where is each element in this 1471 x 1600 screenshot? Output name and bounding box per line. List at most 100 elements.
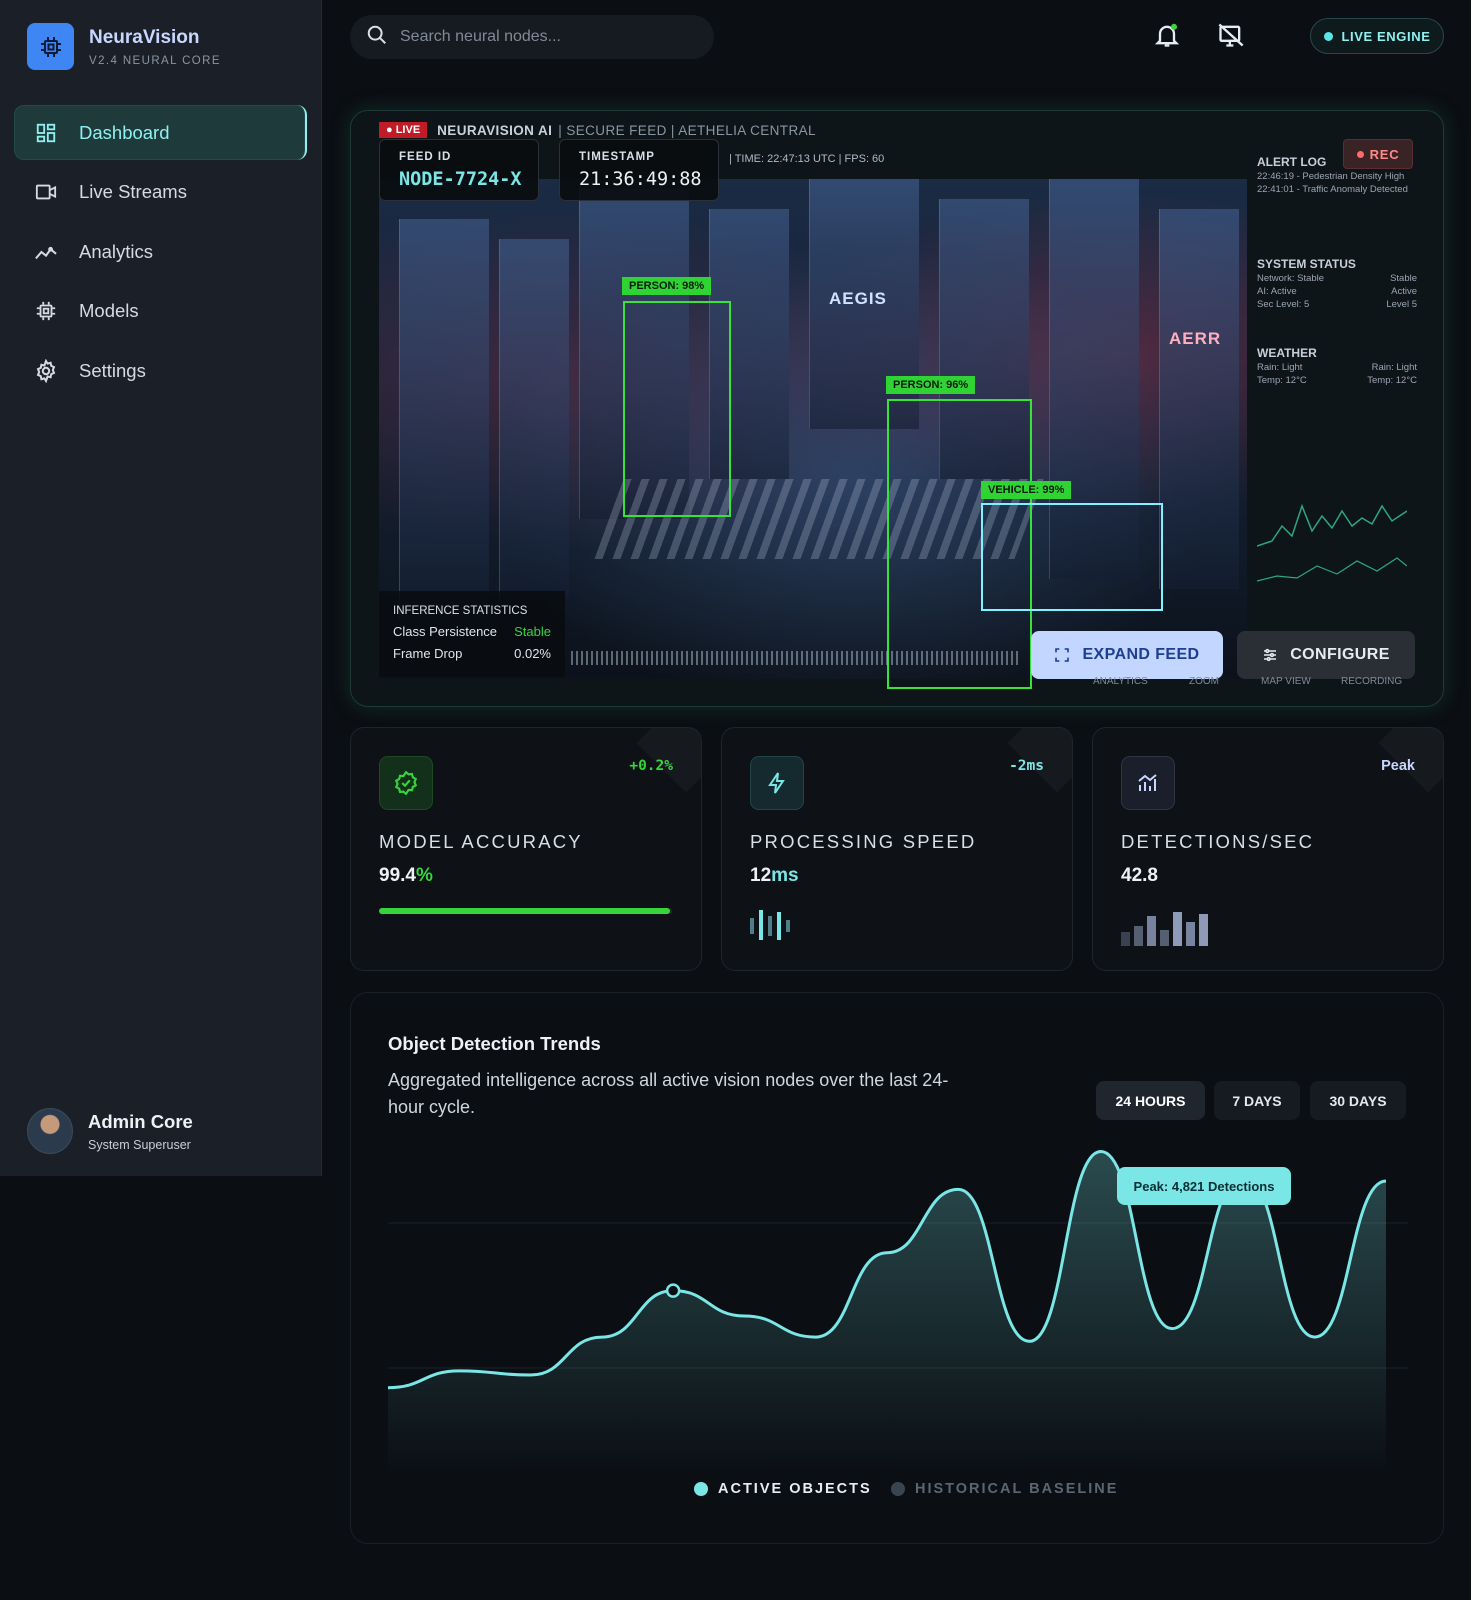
range-24h-button[interactable]: 24 HOURS — [1096, 1081, 1205, 1120]
range-30d-button[interactable]: 30 DAYS — [1310, 1081, 1406, 1120]
search-input[interactable]: Search neural nodes... — [400, 28, 561, 46]
weather-row: Rain: Light Rain: Light — [1257, 362, 1417, 373]
share-screen-icon[interactable] — [1216, 20, 1246, 50]
trend-point[interactable] — [665, 1283, 681, 1298]
metric-card-detections[interactable]: Peak DETECTIONS/SEC 42.8 — [1092, 727, 1444, 971]
inference-title: INFERENCE STATISTICS — [393, 605, 528, 617]
status-row: AI: Active Active — [1257, 286, 1417, 297]
metric-delta: +0.2% — [629, 758, 673, 774]
mini-signal-chart — [1256, 503, 1408, 582]
metric-delta: Peak — [1381, 758, 1415, 774]
timestamp-label: TIMESTAMP — [579, 151, 655, 163]
metric-card-accuracy[interactable]: +0.2% MODEL ACCURACY 99.4% — [350, 727, 702, 971]
search-bar[interactable]: Search neural nodes... — [350, 15, 714, 59]
sidebar-item-live-streams[interactable]: Live Streams — [14, 165, 307, 220]
feed-id-panel: FEED ID NODE-7724-X — [379, 139, 539, 201]
detection-box-person[interactable] — [623, 301, 731, 517]
metric-delta: -2ms — [1009, 758, 1044, 774]
verified-badge-icon — [379, 756, 433, 810]
legend-dot — [694, 1482, 708, 1496]
sidebar-item-analytics[interactable]: Analytics — [14, 224, 307, 279]
aegis-sign: AEGIS — [829, 289, 887, 308]
feed-footer-tab[interactable]: MAP VIEW — [1261, 676, 1311, 687]
brand-name: NeuraVision — [89, 26, 200, 48]
detection-label: VEHICLE: 99% — [981, 481, 1072, 499]
sidebar-item-dashboard[interactable]: Dashboard — [14, 105, 307, 160]
legend-label: HISTORICAL BASELINE — [915, 1481, 1119, 1497]
system-status-title: SYSTEM STATUS — [1257, 257, 1356, 271]
brand-chip-icon — [27, 23, 74, 70]
detection-trends-card: Object Detection Trends Aggregated intel… — [350, 992, 1444, 1544]
sidebar-item-label: Analytics — [79, 240, 154, 262]
expand-icon — [1055, 648, 1070, 662]
sidebar-item-models[interactable]: Models — [14, 284, 307, 339]
live-engine-badge[interactable]: LIVE ENGINE — [1310, 18, 1444, 54]
metric-label: DETECTIONS/SEC — [1121, 831, 1315, 852]
brand-version: V2.4 NEURAL CORE — [89, 54, 221, 67]
live-feed-panel: ● LIVE NEURAVISION AI | SECURE FEED | AE… — [350, 110, 1444, 707]
alert-log-entry: 22:41:01 - Traffic Anomaly Detected — [1257, 184, 1408, 195]
peak-tooltip: Peak: 4,821 Detections — [1117, 1167, 1291, 1205]
sidebar-item-settings[interactable]: Settings — [14, 343, 307, 398]
inference-stats: INFERENCE STATISTICS Class Persistence St… — [379, 591, 565, 677]
feed-id-label: FEED ID — [399, 151, 452, 163]
video-camera-icon — [34, 180, 58, 204]
weather-title: WEATHER — [1257, 346, 1317, 360]
detection-box-vehicle[interactable] — [981, 503, 1163, 611]
user-name: Admin Core — [88, 1110, 193, 1132]
feed-header: ● LIVE NEURAVISION AI | SECURE FEED | AE… — [379, 119, 816, 141]
inference-row: Frame Drop 0.02% — [393, 646, 551, 661]
metric-label: MODEL ACCURACY — [379, 831, 583, 852]
feed-footer-tab[interactable]: RECORDING — [1341, 676, 1402, 687]
legend-item-baseline[interactable]: HISTORICAL BASELINE — [891, 1481, 1118, 1497]
sidebar-item-label: Live Streams — [79, 181, 187, 202]
playback-timeline[interactable] — [571, 651, 1021, 665]
bar-chart-icon — [1121, 756, 1175, 810]
alert-log-entry: 22:46:19 - Pedestrian Density High — [1257, 171, 1405, 182]
accuracy-progress-bar — [379, 908, 672, 914]
analytics-trend-icon — [34, 240, 58, 264]
inference-row: Class Persistence Stable — [393, 624, 551, 639]
feed-footer-tab[interactable]: ZOOM — [1189, 676, 1219, 687]
feed-id-value: NODE-7724-X — [399, 169, 522, 190]
sidebar-item-label: Dashboard — [79, 121, 170, 143]
detection-label: PERSON: 98% — [622, 277, 712, 295]
expand-feed-button[interactable]: EXPAND FEED — [1031, 631, 1223, 679]
detection-label: PERSON: 96% — [886, 376, 976, 394]
live-tag: ● LIVE — [379, 122, 428, 138]
timestamp-panel: TIMESTAMP 21:36:49:88 — [559, 139, 719, 201]
user-role: System Superuser — [88, 1137, 191, 1152]
metric-label: PROCESSING SPEED — [750, 831, 977, 852]
lightning-icon — [750, 756, 804, 810]
building — [399, 219, 489, 619]
avatar — [27, 1108, 73, 1154]
trends-subtitle: Aggregated intelligence across all activ… — [388, 1070, 949, 1117]
sidebar-nav: Dashboard Live Streams Analytics Models … — [14, 105, 307, 403]
brand[interactable]: NeuraVision V2.4 NEURAL CORE — [27, 23, 221, 70]
legend-item-active[interactable]: ACTIVE OBJECTS — [694, 1481, 872, 1497]
sidebar-item-label: Settings — [79, 359, 146, 381]
range-7d-button[interactable]: 7 DAYS — [1214, 1081, 1300, 1120]
trends-title: Object Detection Trends — [388, 1033, 601, 1054]
user-profile[interactable]: Admin Core System Superuser — [27, 1108, 193, 1154]
gear-icon — [34, 358, 58, 383]
expand-feed-label: EXPAND FEED — [1082, 646, 1200, 663]
feed-footer-tab[interactable]: ANALYTICS — [1093, 676, 1148, 687]
dashboard-grid-icon — [34, 121, 58, 145]
building — [1159, 209, 1239, 589]
status-row: Sec Level: 5 Level 5 — [1257, 299, 1417, 310]
weather-row: Temp: 12°C Temp: 12°C — [1257, 375, 1417, 386]
metric-card-speed[interactable]: -2ms PROCESSING SPEED 12ms — [721, 727, 1073, 971]
notification-bell-icon[interactable] — [1152, 20, 1182, 50]
configure-button[interactable]: CONFIGURE — [1237, 631, 1415, 679]
sliders-icon — [1264, 648, 1277, 662]
feed-side-panel: ALERT LOG 22:46:19 - Pedestrian Density … — [1256, 151, 1417, 681]
chip-icon — [34, 299, 58, 323]
feed-title: NEURAVISION AI — [437, 122, 553, 138]
aerr-sign: AERR — [1169, 329, 1222, 348]
legend-label: ACTIVE OBJECTS — [718, 1481, 872, 1497]
building — [499, 239, 569, 599]
detections-mini-bars — [1121, 912, 1208, 946]
status-dot — [1323, 31, 1333, 41]
status-row: Network: Stable Stable — [1257, 273, 1417, 284]
